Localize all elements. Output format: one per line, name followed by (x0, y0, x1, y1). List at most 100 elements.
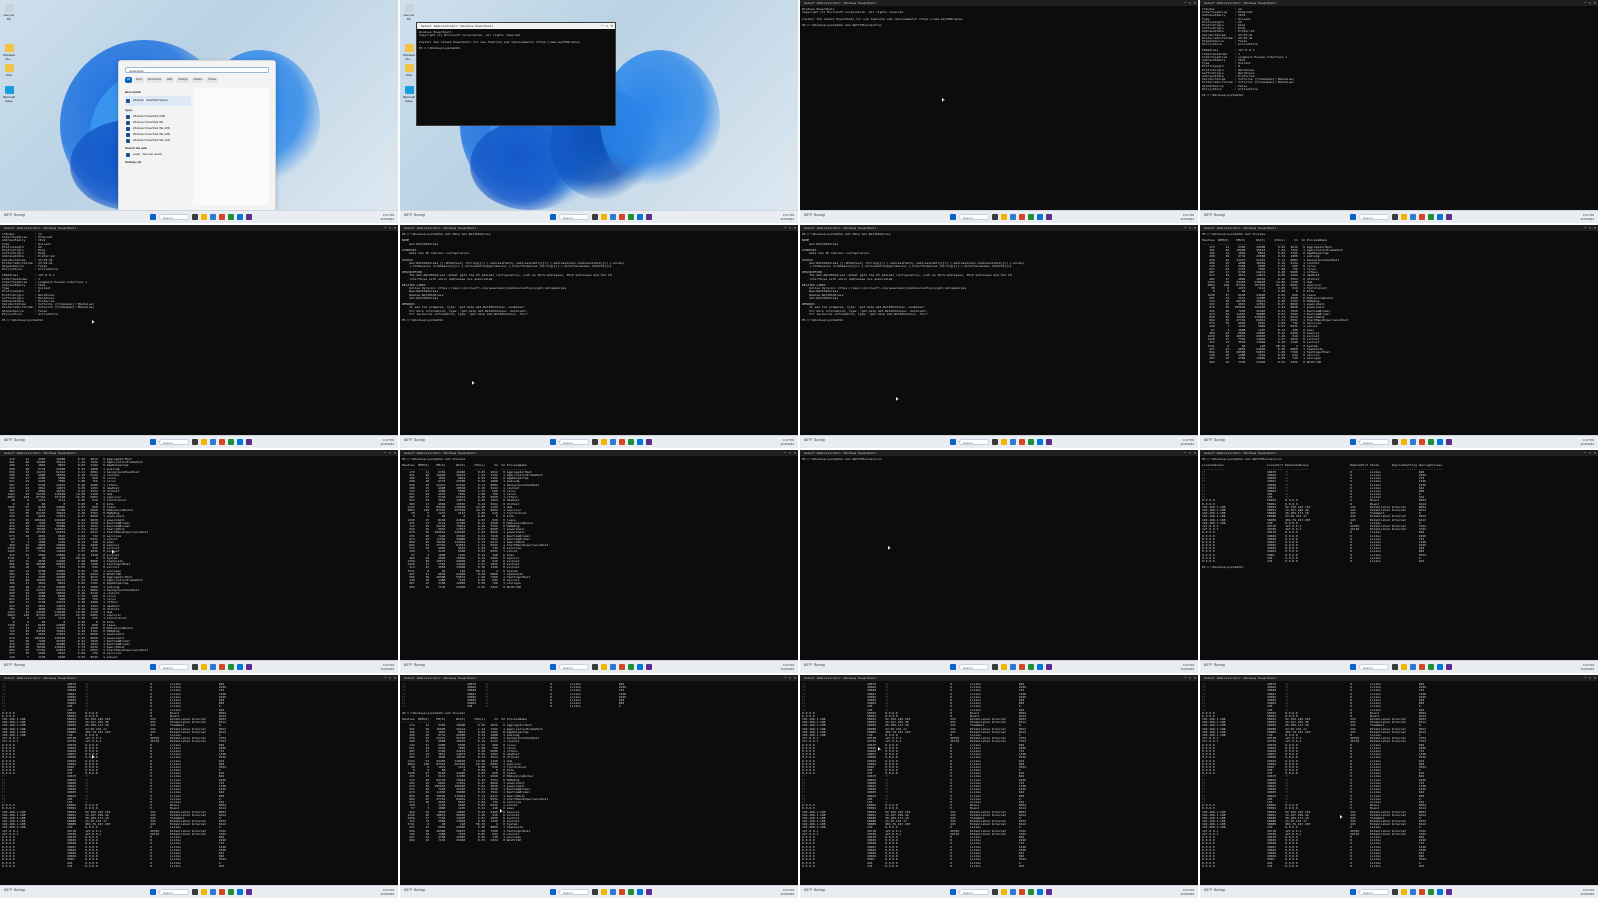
weather-widget[interactable]: 65°F Sunny (404, 438, 425, 442)
mail-icon[interactable] (237, 889, 243, 895)
taskbar-clock[interactable]: 3:17 PM 4/15/2024 (781, 663, 794, 671)
tab-all[interactable]: All (125, 77, 132, 83)
powershell-icon[interactable] (1446, 889, 1452, 895)
file-explorer-icon[interactable] (1401, 664, 1407, 670)
edge-icon[interactable] (1010, 889, 1016, 895)
taskbar-search-box[interactable]: Search (1359, 214, 1389, 220)
file-explorer-icon[interactable] (601, 439, 607, 445)
taskbar-clock[interactable]: 3:17 PM 4/15/2024 (781, 213, 794, 221)
window-titlebar[interactable]: Select Administrator: Windows PowerShell… (1200, 0, 1598, 6)
edge-icon[interactable] (210, 889, 216, 895)
window-controls[interactable]: — ☐ ✕ (1584, 225, 1596, 231)
mail-icon[interactable] (1037, 889, 1043, 895)
window-titlebar[interactable]: Select Administrator: Windows PowerShell… (400, 225, 798, 231)
tab-settings[interactable]: Settings (176, 77, 190, 83)
window-controls[interactable]: — ☐ ✕ (384, 450, 396, 456)
file-explorer-icon[interactable] (1001, 889, 1007, 895)
window-titlebar[interactable]: Select Administrator: Windows PowerShell… (800, 450, 1198, 456)
edge-icon[interactable] (610, 439, 616, 445)
desktop-icon[interactable]: Files (3, 64, 15, 77)
tab-web[interactable]: Web (164, 77, 175, 83)
file-explorer-icon[interactable] (1401, 889, 1407, 895)
task-view-icon[interactable] (992, 889, 998, 895)
taskbar-clock[interactable]: 3:17 PM 4/15/2024 (1581, 213, 1594, 221)
file-explorer-icon[interactable] (201, 214, 207, 220)
windows-start-icon[interactable] (550, 664, 556, 670)
window-controls[interactable]: — ☐ ✕ (1184, 225, 1196, 231)
powershell-icon[interactable] (646, 889, 652, 895)
powershell-icon[interactable] (1046, 664, 1052, 670)
file-explorer-icon[interactable] (201, 664, 207, 670)
task-view-icon[interactable] (1392, 889, 1398, 895)
file-explorer-icon[interactable] (201, 889, 207, 895)
edge-icon[interactable] (1410, 214, 1416, 220)
powershell-icon[interactable] (646, 439, 652, 445)
desktop-icon[interactable]: Windows Sto... (403, 44, 415, 61)
weather-widget[interactable]: 65°F Sunny (804, 438, 825, 442)
window-controls[interactable]: — ☐ ✕ (1584, 0, 1596, 6)
mail-icon[interactable] (237, 214, 243, 220)
edge-icon[interactable] (1010, 664, 1016, 670)
app-icon[interactable] (1428, 889, 1434, 895)
app-icon[interactable] (228, 889, 234, 895)
mail-icon[interactable] (1037, 664, 1043, 670)
app-icon[interactable] (1028, 889, 1034, 895)
taskbar-clock[interactable]: 3:17 PM 4/15/2024 (781, 888, 794, 896)
desktop-icon[interactable]: Recycle Bin (3, 4, 15, 21)
task-view-icon[interactable] (192, 889, 198, 895)
task-view-icon[interactable] (992, 439, 998, 445)
taskbar-clock[interactable]: 3:17 PM 4/15/2024 (381, 213, 394, 221)
mail-icon[interactable] (237, 664, 243, 670)
desktop-icon[interactable]: Files (403, 64, 415, 77)
powershell-icon[interactable] (646, 664, 652, 670)
edge-icon[interactable] (210, 214, 216, 220)
window-controls[interactable]: — ☐ ✕ (784, 675, 796, 681)
app-icon[interactable] (1428, 664, 1434, 670)
app-icon[interactable] (628, 214, 634, 220)
windows-start-icon[interactable] (950, 664, 956, 670)
taskbar-clock[interactable]: 3:17 PM 4/15/2024 (1181, 663, 1194, 671)
terminal-output[interactable]: PS C:\Windows\system32> Get-Process Handl… (402, 458, 796, 659)
taskbar-clock[interactable]: 3:17 PM 4/15/2024 (1581, 663, 1594, 671)
taskbar-clock[interactable]: 3:17 PM 4/15/2024 (1181, 213, 1194, 221)
taskbar-search-box[interactable]: Search (959, 439, 989, 445)
windows-start-icon[interactable] (150, 889, 156, 895)
edge-icon[interactable] (1010, 439, 1016, 445)
weather-widget[interactable]: 65°F Sunny (804, 888, 825, 892)
mail-icon[interactable] (1437, 889, 1443, 895)
tab-apps[interactable]: Apps (133, 77, 144, 83)
taskbar-search-box[interactable]: Search (959, 889, 989, 895)
powershell-icon[interactable] (646, 214, 652, 220)
task-view-icon[interactable] (592, 664, 598, 670)
desktop-icon[interactable]: Windows Sto... (3, 44, 15, 61)
window-controls[interactable]: — ☐ ✕ (1184, 450, 1196, 456)
window-titlebar[interactable]: Select Administrator: Windows PowerShell… (1200, 450, 1598, 456)
powershell-icon[interactable] (1046, 439, 1052, 445)
window-titlebar[interactable]: Select Administrator: Windows PowerShell… (400, 675, 798, 681)
file-explorer-icon[interactable] (1401, 439, 1407, 445)
mail-icon[interactable] (637, 439, 643, 445)
mail-icon[interactable] (1037, 439, 1043, 445)
mail-icon[interactable] (637, 664, 643, 670)
windows-start-icon[interactable] (550, 439, 556, 445)
windows-start-icon[interactable] (1350, 214, 1356, 220)
windows-start-icon[interactable] (150, 664, 156, 670)
windows-start-icon[interactable] (550, 889, 556, 895)
file-explorer-icon[interactable] (1001, 664, 1007, 670)
taskbar-clock[interactable]: 3:17 PM 4/15/2024 (381, 888, 394, 896)
window-controls[interactable]: — ☐ ✕ (601, 23, 613, 29)
file-explorer-icon[interactable] (1001, 214, 1007, 220)
store-icon[interactable] (1019, 889, 1025, 895)
tab-documents[interactable]: Documents (145, 77, 163, 83)
windows-start-icon[interactable] (150, 439, 156, 445)
store-icon[interactable] (619, 214, 625, 220)
taskbar-search-box[interactable]: Search (1359, 889, 1389, 895)
windows-start-icon[interactable] (550, 214, 556, 220)
tab-folders[interactable]: Folders (191, 77, 205, 83)
taskbar-clock[interactable]: 3:17 PM 4/15/2024 (381, 663, 394, 671)
store-icon[interactable] (219, 889, 225, 895)
window-titlebar[interactable]: Select Administrator: Windows PowerShell… (400, 450, 798, 456)
weather-widget[interactable]: 65°F Sunny (1204, 663, 1225, 667)
window-titlebar[interactable]: Select Administrator: Windows PowerShell… (1200, 675, 1598, 681)
windows-start-icon[interactable] (950, 889, 956, 895)
